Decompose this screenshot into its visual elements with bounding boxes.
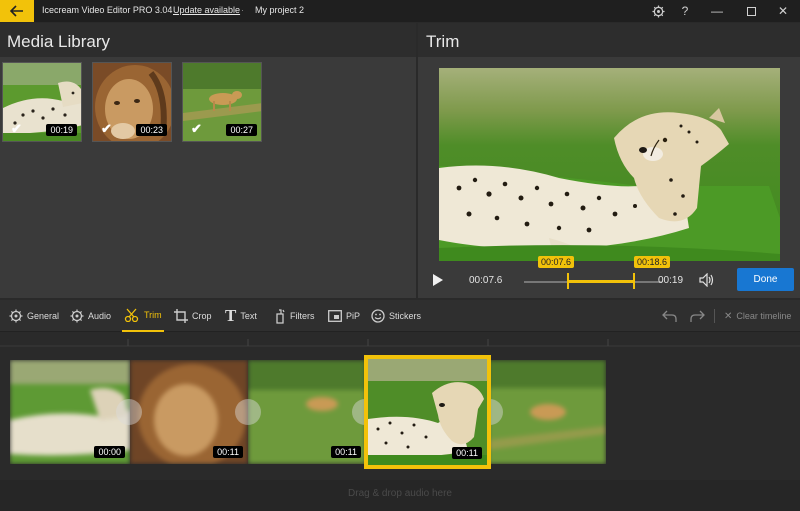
back-button[interactable] (0, 0, 34, 22)
timeline-clip-lion[interactable]: 00:11 (130, 360, 248, 464)
timeline: 00:00 00:11 00:11 00:11 Drag & drop audi… (0, 333, 800, 511)
check-icon: ✔ (191, 121, 202, 136)
media-library-header: Media Library (0, 23, 416, 57)
editor-toolbar: General Audio Trim Crop T Text Filters P… (0, 300, 800, 332)
add-transition-button[interactable] (116, 399, 142, 425)
tool-text[interactable]: T Text (225, 300, 257, 332)
clear-timeline-label: Clear timeline (736, 311, 792, 321)
volume-icon[interactable] (699, 273, 715, 287)
tool-crop[interactable]: Crop (174, 300, 212, 332)
toolbar-divider (714, 309, 715, 323)
update-available-link[interactable]: Update available (173, 5, 240, 15)
minimize-button[interactable]: — (700, 0, 734, 22)
minimize-icon: — (711, 4, 723, 18)
clip-duration: 00:11 (213, 446, 243, 458)
maximize-icon (746, 6, 756, 16)
media-library-title: Media Library (7, 32, 110, 51)
close-button[interactable]: ✕ (766, 0, 800, 22)
media-item-lioness[interactable]: ✔ 00:27 (182, 62, 262, 142)
tool-stickers[interactable]: Stickers (371, 300, 421, 332)
clip-thumbnail (488, 360, 606, 464)
tool-label: Stickers (389, 311, 422, 321)
trim-panel: Trim 00:07.6 00:07.6 00:18.6 00:19 Done (418, 23, 800, 298)
text-icon: T (225, 306, 237, 325)
audio-track-dropzone[interactable]: Drag & drop audio here (0, 480, 800, 511)
project-name: My project 2 (255, 5, 305, 15)
scissors-icon (124, 308, 139, 322)
app-title: Icecream Video Editor PRO 3.04 (42, 5, 173, 15)
tool-pip[interactable]: PiP (328, 300, 360, 332)
tool-label: Crop (192, 311, 212, 321)
trim-start-time: 00:07.6 (538, 256, 575, 268)
back-arrow-icon (10, 5, 23, 17)
trim-header: Trim (418, 23, 800, 57)
tool-label: General (27, 311, 60, 321)
cheetah-preview-image (439, 68, 780, 261)
tool-label: Audio (88, 311, 112, 321)
close-icon: ✕ (777, 4, 789, 18)
maximize-button[interactable] (734, 0, 768, 22)
tool-trim[interactable]: Trim (122, 300, 164, 332)
timeline-ruler[interactable] (0, 333, 800, 347)
media-duration: 00:19 (46, 124, 77, 136)
trim-start-handle[interactable] (567, 273, 569, 289)
undo-icon[interactable] (662, 309, 678, 323)
gear-icon (70, 309, 84, 323)
ruler-ticks (0, 339, 800, 347)
trim-title: Trim (426, 32, 460, 51)
filters-icon (276, 308, 285, 324)
redo-icon[interactable] (689, 309, 705, 323)
sticker-icon (371, 309, 385, 323)
close-icon: ✕ (724, 310, 733, 322)
tool-filters[interactable]: Filters (274, 300, 315, 332)
media-item-lion[interactable]: ✔ 00:23 (92, 62, 172, 142)
settings-icon (651, 4, 665, 18)
trim-end-time: 00:18.6 (634, 256, 671, 268)
trim-selection-range (568, 280, 634, 283)
tool-label: Filters (290, 311, 315, 321)
timeline-clip-active[interactable]: 00:11 (364, 355, 491, 469)
media-duration: 00:23 (136, 124, 167, 136)
title-bar: Icecream Video Editor PRO 3.04 · Update … (0, 0, 800, 22)
clip-duration: 00:11 (331, 446, 361, 458)
gear-icon (9, 309, 23, 323)
tool-label: Trim (144, 310, 162, 320)
check-icon: ✔ (101, 121, 112, 136)
add-transition-button[interactable] (235, 399, 261, 425)
clear-timeline-button[interactable]: ✕ Clear timeline (724, 300, 791, 332)
media-library-panel: Media Library ✔ 00:19 ✔ 00:23 ✔ 00:27 (0, 23, 416, 298)
tool-general[interactable]: General (9, 300, 59, 332)
total-time: 00:19 (658, 275, 684, 286)
help-icon: ? (681, 4, 689, 18)
video-preview[interactable] (439, 68, 780, 261)
done-button[interactable]: Done (737, 268, 794, 291)
clip-duration: 00:00 (94, 446, 125, 458)
title-separator: · (165, 5, 168, 15)
timeline-clip-lioness[interactable]: 00:11 (248, 360, 366, 464)
title-separator: · (241, 5, 244, 15)
tool-label: Text (240, 311, 257, 321)
clip-duration: 00:11 (452, 447, 482, 459)
current-time: 00:07.6 (469, 275, 503, 286)
tool-audio[interactable]: Audio (70, 300, 111, 332)
play-button[interactable] (432, 273, 444, 287)
timeline-clip-cheetah[interactable]: 00:00 (10, 360, 130, 464)
help-button[interactable]: ? (668, 0, 702, 22)
timeline-clip-lioness[interactable] (488, 360, 606, 464)
crop-icon (174, 309, 188, 323)
check-icon: ✔ (11, 121, 22, 136)
audio-placeholder: Drag & drop audio here (348, 488, 452, 499)
media-duration: 00:27 (226, 124, 257, 136)
pip-icon (328, 310, 342, 322)
tool-label: PiP (346, 311, 361, 321)
media-item-cheetah[interactable]: ✔ 00:19 (2, 62, 82, 142)
playback-controls: 00:07.6 00:07.6 00:18.6 00:19 Done (418, 256, 800, 298)
trim-end-handle[interactable] (633, 273, 635, 289)
